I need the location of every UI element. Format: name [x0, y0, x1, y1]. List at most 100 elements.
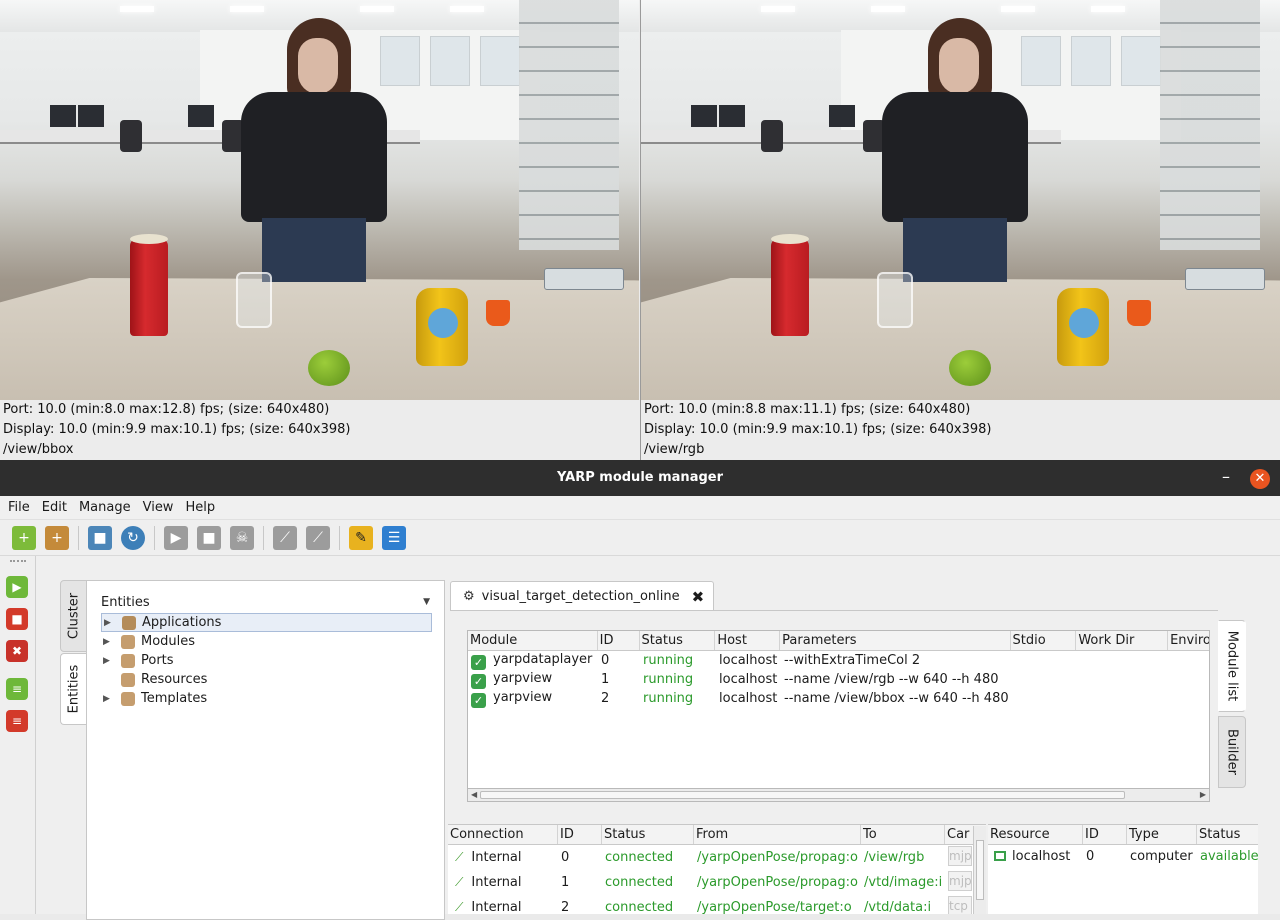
select-all-icon[interactable]: ■ [88, 525, 112, 550]
menu-help[interactable]: Help [179, 500, 221, 515]
ports-icon [121, 653, 135, 668]
tab-builder[interactable]: Builder [1218, 716, 1246, 788]
scroll-thumb[interactable] [976, 840, 984, 900]
kill-icon[interactable]: ☠ [230, 525, 254, 550]
tree-item-templates[interactable]: ▶ Templates [101, 689, 432, 708]
col-status[interactable]: Status [602, 825, 694, 844]
yarpview-bbox-window: Port: 10.0 (min:8.0 max:12.8) fps; (size… [0, 0, 640, 460]
status-connected: connected [605, 900, 674, 914]
col-stdio[interactable]: Stdio [1011, 631, 1077, 650]
expand-arrow-icon[interactable]: ▶ [103, 656, 117, 666]
col-host[interactable]: Host [715, 631, 781, 650]
disconnect-icon[interactable]: ⟋ [306, 525, 330, 550]
display-fps-label: Display: 10.0 (min:9.9 max:10.1) fps; (s… [644, 422, 992, 437]
title-bar[interactable]: YARP module manager – ✕ [0, 460, 1280, 496]
status-available: available [1200, 848, 1258, 864]
table-row[interactable]: ⟋ Internal 1 connected /yarpOpenPose/prop… [448, 870, 986, 895]
scroll-left-icon[interactable]: ◀ [471, 789, 477, 801]
run-all-icon[interactable]: ▶ [6, 576, 28, 598]
chevron-down-icon[interactable]: ▼ [423, 597, 430, 607]
col-status[interactable]: Status [640, 631, 716, 650]
view-name-label: /view/rgb [644, 442, 705, 457]
check-icon: ✓ [471, 654, 486, 670]
col-connection[interactable]: Connection [448, 825, 558, 844]
table-row[interactable]: ✓ yarpview 2 running localhost --name /vi… [468, 689, 1209, 708]
col-type[interactable]: Type [1127, 825, 1197, 844]
tab-application[interactable]: ⚙ visual_target_detection_online ✖ [450, 581, 714, 611]
disconnect-all-icon[interactable]: ≡ [6, 710, 28, 732]
connections-vscroll[interactable] [973, 826, 986, 914]
connection-icon: ⟋ [455, 850, 464, 864]
view-name-label: /view/bbox [3, 442, 74, 457]
connections-table: Connection ID Status From To Car ⟋ Intern… [448, 824, 986, 914]
tree-item-ports[interactable]: ▶ Ports [101, 651, 432, 670]
expand-arrow-icon[interactable]: ▶ [103, 637, 117, 647]
menu-bar: File Edit Manage View Help [0, 496, 1280, 520]
menu-file[interactable]: File [2, 500, 36, 515]
run-icon[interactable]: ▶ [164, 525, 188, 550]
carrier-combo[interactable]: mjp [948, 870, 972, 891]
connect-all-icon[interactable]: ≡ [6, 678, 28, 700]
connect-icon[interactable]: ⟋ [273, 525, 297, 550]
display-fps-label: Display: 10.0 (min:9.9 max:10.1) fps; (s… [3, 422, 351, 437]
col-status[interactable]: Status [1197, 825, 1258, 844]
close-button[interactable]: ✕ [1250, 469, 1270, 489]
table-row[interactable]: ⟋ Internal 0 connected /yarpOpenPose/prop… [448, 845, 986, 870]
computer-icon [994, 850, 1006, 861]
tree-item-resources[interactable]: Resources [101, 670, 432, 689]
check-icon: ✓ [471, 673, 486, 689]
tree-item-modules[interactable]: ▶ Modules [101, 632, 432, 651]
tab-cluster[interactable]: Cluster [60, 580, 88, 652]
yarpview-area: Port: 10.0 (min:8.0 max:12.8) fps; (size… [0, 0, 1280, 460]
tab-application-label: visual_target_detection_online [481, 589, 680, 604]
col-module[interactable]: Module [468, 631, 598, 650]
check-icon: ✓ [471, 692, 486, 708]
table-row[interactable]: localhost 0 computer available [988, 845, 1258, 867]
col-parameters[interactable]: Parameters [780, 631, 1011, 650]
carrier-combo[interactable]: tcp [948, 895, 972, 914]
resources-icon [121, 672, 135, 687]
col-id[interactable]: ID [598, 631, 640, 650]
broom-icon[interactable]: ✎ [349, 525, 373, 550]
tab-entities[interactable]: Entities [60, 653, 88, 725]
col-resource[interactable]: Resource [988, 825, 1083, 844]
module-manager-window: YARP module manager – ✕ File Edit Manage… [0, 460, 1280, 920]
table-row[interactable]: ⟋ Internal 2 connected /yarpOpenPose/targ… [448, 895, 986, 914]
tab-module-list[interactable]: Module list [1218, 620, 1246, 712]
entities-filter[interactable]: Entities ▼ [101, 595, 430, 613]
close-tab-icon[interactable]: ✖ [692, 588, 705, 606]
list-icon[interactable]: ☰ [382, 525, 406, 550]
new-application-icon[interactable]: + [12, 525, 36, 550]
expand-arrow-icon[interactable]: ▶ [103, 694, 117, 704]
kill-all-icon[interactable]: ✖ [6, 640, 28, 662]
col-from[interactable]: From [694, 825, 861, 844]
col-workdir[interactable]: Work Dir [1076, 631, 1169, 650]
scroll-right-icon[interactable]: ▶ [1200, 789, 1206, 801]
table-row[interactable]: ✓ yarpview 1 running localhost --name /vi… [468, 670, 1209, 689]
col-carrier[interactable]: Car [945, 825, 975, 844]
scroll-thumb[interactable] [480, 791, 1125, 799]
stop-icon[interactable]: ■ [197, 525, 221, 550]
menu-manage[interactable]: Manage [73, 500, 137, 515]
stop-all-icon[interactable]: ■ [6, 608, 28, 630]
import-icon[interactable]: + [45, 525, 69, 550]
minimize-button[interactable]: – [1216, 466, 1236, 486]
templates-icon [121, 691, 135, 706]
tree-item-applications[interactable]: ▶ Applications [101, 613, 432, 632]
carrier-combo[interactable]: mjp [948, 845, 972, 866]
menu-edit[interactable]: Edit [36, 500, 73, 515]
menu-view[interactable]: View [137, 500, 180, 515]
module-table-hscroll[interactable]: ◀ ▶ [467, 788, 1210, 802]
table-row[interactable]: ✓ yarpdataplayer 0 running localhost --wi… [468, 651, 1209, 670]
left-action-bar: ▶ ■ ✖ ≡ ≡ [0, 556, 36, 914]
expand-arrow-icon[interactable]: ▶ [104, 618, 118, 628]
col-id[interactable]: ID [558, 825, 602, 844]
col-to[interactable]: To [861, 825, 945, 844]
left-tab-strip: Cluster Entities [60, 580, 88, 920]
resources-table-header: Resource ID Type Status [988, 825, 1258, 845]
modules-icon [121, 634, 135, 649]
refresh-icon[interactable]: ↻ [121, 525, 145, 550]
col-environment[interactable]: Enviro [1168, 631, 1209, 650]
col-id[interactable]: ID [1083, 825, 1127, 844]
module-table: Module ID Status Host Parameters Stdio W… [467, 630, 1210, 802]
